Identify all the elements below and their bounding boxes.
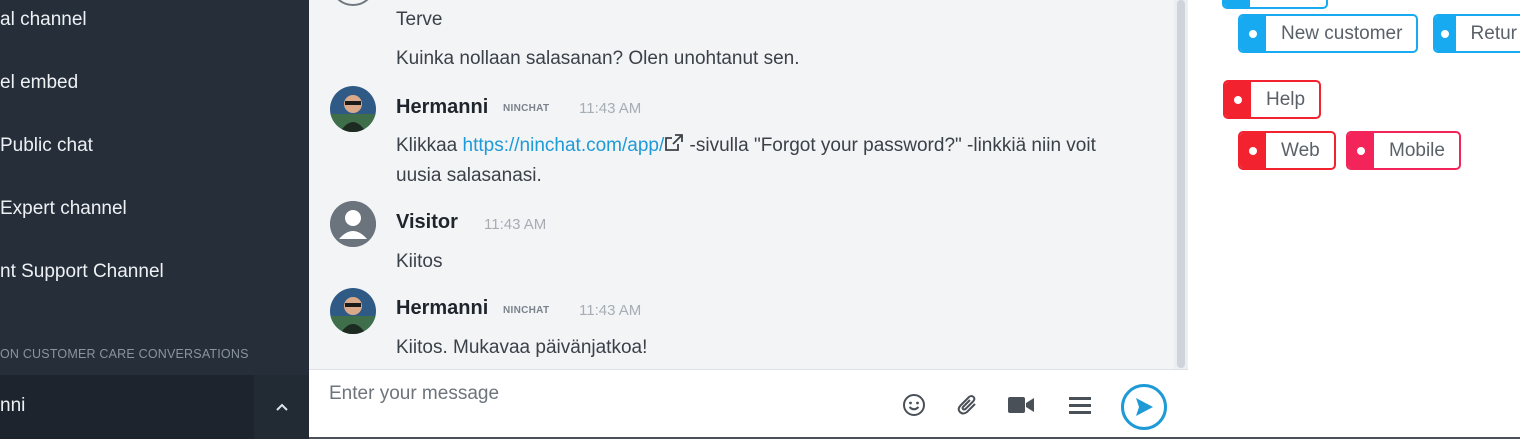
message-timestamp: 11:43 AM xyxy=(579,100,642,117)
hamburger-menu-icon xyxy=(1069,397,1091,414)
tag-label: Web xyxy=(1281,139,1320,161)
send-button[interactable] xyxy=(1121,384,1167,430)
sidebar-user-name: nni xyxy=(0,395,26,416)
attach-file-button[interactable] xyxy=(953,390,983,420)
sidebar-item-channel[interactable]: al channel xyxy=(0,9,309,31)
sidebar-user-row[interactable]: nni xyxy=(0,375,309,439)
tag-mobile[interactable]: Mobile xyxy=(1346,131,1461,170)
sidebar-section-header: ON CUSTOMER CARE CONVERSATIONS xyxy=(0,347,249,361)
video-camera-icon xyxy=(1008,397,1034,413)
external-link-icon xyxy=(665,134,684,151)
avatar xyxy=(330,86,376,132)
sidebar-item-support-channel[interactable]: nt Support Channel xyxy=(0,261,309,283)
message-author: Hermanni xyxy=(396,297,489,319)
message-text: Kuinka nollaan salasanan? Olen unohtanut… xyxy=(396,48,800,69)
emoji-button[interactable] xyxy=(899,390,929,420)
menu-button[interactable] xyxy=(1065,390,1095,420)
tag-label: Mobile xyxy=(1389,139,1445,161)
chevron-up-icon xyxy=(275,403,288,411)
tag-help[interactable]: Help xyxy=(1223,80,1322,119)
message-text: Kiitos. Mukavaa päivänjatkoa! xyxy=(396,337,648,358)
tag-parent[interactable] xyxy=(1222,0,1328,9)
author-badge: NINCHAT xyxy=(503,305,550,316)
message-text: Kiitos xyxy=(396,251,443,272)
tag-color-indicator xyxy=(1435,16,1456,51)
tag-color-indicator xyxy=(1240,133,1266,168)
sidebar: al channel el embed Public chat Expert c… xyxy=(0,0,309,439)
sidebar-item-embed[interactable]: el embed xyxy=(0,72,309,94)
paperclip-icon xyxy=(957,395,976,415)
scrollbar-thumb[interactable] xyxy=(1177,0,1185,368)
avatar xyxy=(330,288,376,334)
message-text-part: -sivulla "Forgot your password?" -linkki… xyxy=(684,135,1096,156)
tag-new-customer[interactable]: New customer xyxy=(1238,14,1419,53)
message-link[interactable]: https://ninchat.com/app/ xyxy=(463,135,665,156)
message-text: Klikkaa https://ninchat.com/app/ -sivull… xyxy=(396,131,1156,191)
tag-label: Help xyxy=(1266,88,1306,110)
author-badge: NINCHAT xyxy=(503,103,550,114)
tag-color-indicator xyxy=(1240,16,1266,51)
tag-color-indicator xyxy=(1348,133,1374,168)
visitor-avatar-icon xyxy=(330,201,376,247)
tag-label: Retur xyxy=(1470,22,1517,44)
message-timestamp: 11:43 AM xyxy=(579,302,642,319)
smiley-icon xyxy=(903,394,925,416)
message-author: Hermanni xyxy=(396,96,489,118)
sidebar-item-label: Expert channel xyxy=(0,198,127,219)
tag-label: New customer xyxy=(1281,22,1403,44)
tag-color-indicator xyxy=(1225,82,1251,117)
message-text-part: uusia salasanasi. xyxy=(396,165,542,186)
sidebar-item-label: el embed xyxy=(0,72,79,93)
tag-color-indicator xyxy=(1224,0,1250,7)
sidebar-item-expert-channel[interactable]: Expert channel xyxy=(0,198,309,220)
message-text: Terve xyxy=(396,9,443,30)
message-text-part: Klikkaa xyxy=(396,135,463,156)
sidebar-item-label: al channel xyxy=(0,9,87,30)
tag-returning-customer[interactable]: Retur xyxy=(1433,14,1520,53)
message-composer xyxy=(309,369,1188,439)
video-call-button[interactable] xyxy=(1006,390,1036,420)
message-timestamp: 11:43 AM xyxy=(484,216,547,233)
collapse-button[interactable] xyxy=(254,375,309,439)
sidebar-item-label: Public chat xyxy=(0,135,93,156)
sidebar-item-public-chat[interactable]: Public chat xyxy=(0,135,309,157)
send-arrow-icon xyxy=(1136,398,1153,416)
message-author: Visitor xyxy=(396,211,458,233)
message-input[interactable] xyxy=(329,378,889,410)
tag-panel: New customer Retur Help Web Mobile xyxy=(1188,0,1520,437)
tag-web[interactable]: Web xyxy=(1238,131,1336,170)
sidebar-item-label: nt Support Channel xyxy=(0,261,164,282)
chat-scrollbar[interactable] xyxy=(1174,0,1188,369)
